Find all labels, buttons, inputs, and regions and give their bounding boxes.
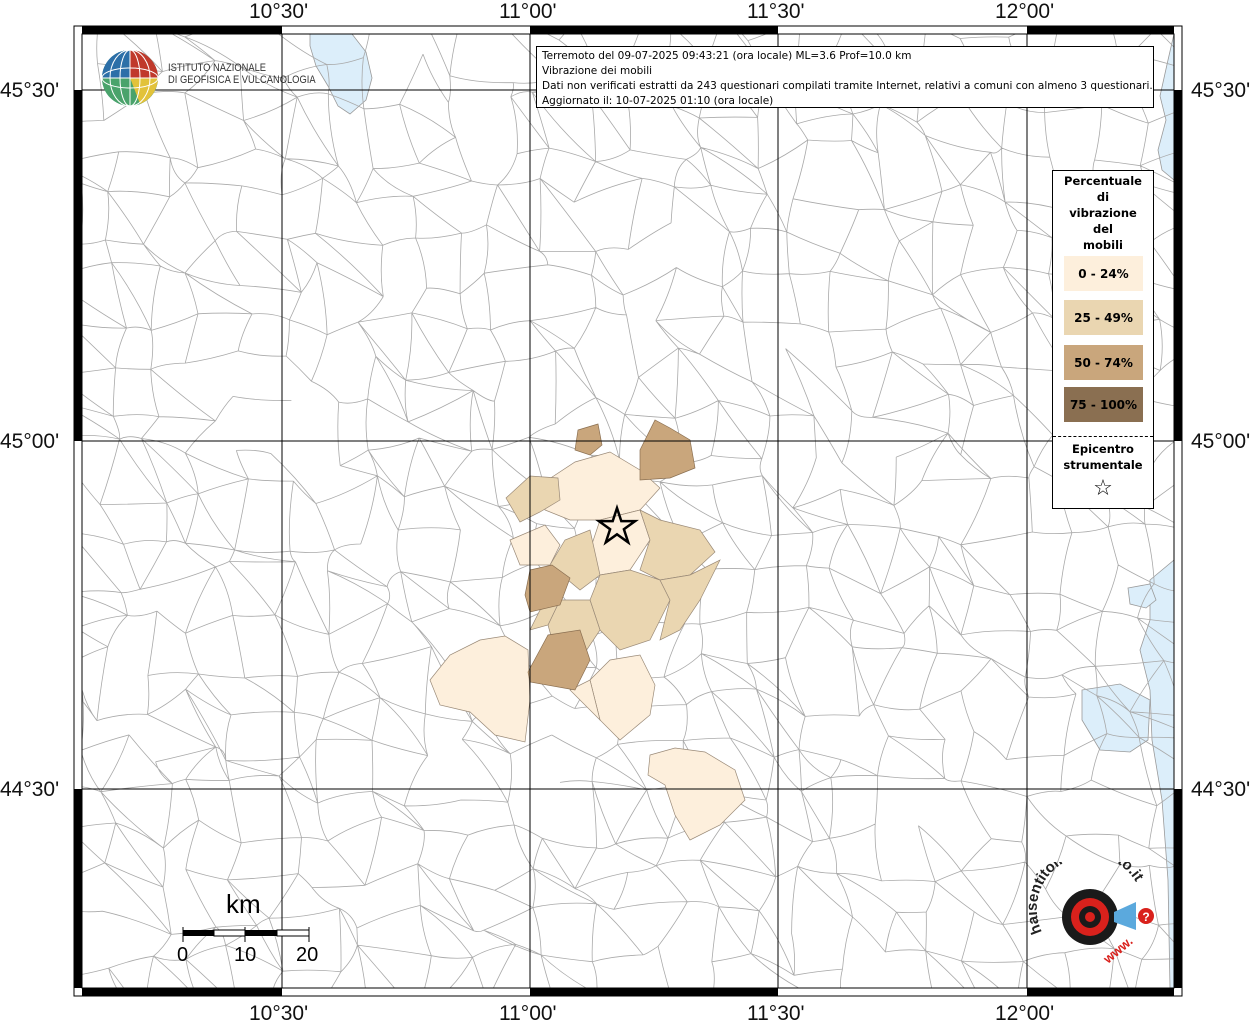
- legend-separator: [1053, 436, 1153, 437]
- legend-star-icon: ☆: [1093, 476, 1113, 501]
- legend-class-label: 25 - 49%: [1074, 310, 1133, 325]
- event-updated: Aggiornato il: 10-07-2025 01:10 (ora loc…: [542, 95, 774, 107]
- legend-epicenter-label: Epicentro strumentale: [1053, 441, 1153, 473]
- lat-label-left-1: 45°30': [0, 79, 60, 102]
- hsit-logo: haisentitoilterremoto.it ? www.: [1024, 843, 1162, 974]
- lon-label-bottom-3: 11°30': [747, 1002, 805, 1025]
- lat-label-left-2: 45°00': [0, 430, 60, 453]
- ingv-name-line2: DI GEOFISICA E VULCANOLOGIA: [168, 74, 316, 86]
- scale-label-0: 0: [177, 944, 189, 966]
- lat-label-right-2: 45°00': [1191, 430, 1251, 453]
- scale-label-20: 20: [296, 944, 319, 966]
- hsit-question: ?: [1142, 910, 1149, 924]
- event-info-box: Terremoto del 09-07-2025 09:43:21 (ora l…: [536, 46, 1154, 108]
- legend-title-line: mobili: [1083, 238, 1123, 252]
- legend-class-label: 50 - 74%: [1074, 355, 1133, 370]
- lat-label-left-3: 44°30': [0, 778, 60, 801]
- legend-epicenter-line: strumentale: [1063, 458, 1143, 472]
- legend-class-label: 0 - 24%: [1078, 266, 1129, 281]
- event-data-note: Dati non verificati estratti da 243 ques…: [542, 80, 1153, 92]
- lon-label-top-1: 10°30': [249, 0, 309, 23]
- lon-label-top-2: 11°00': [499, 0, 557, 23]
- legend-epicenter-line: Epicentro: [1072, 442, 1134, 456]
- scale-unit: km: [226, 889, 261, 919]
- legend-title-line: di: [1096, 190, 1110, 204]
- legend-title-line: Percentuale: [1064, 174, 1142, 188]
- lon-label-bottom-2: 11°00': [499, 1002, 557, 1025]
- legend: Percentuale di vibrazione del mobili 0 -…: [1052, 170, 1154, 509]
- lat-label-right-3: 44°30': [1191, 778, 1251, 801]
- legend-class-0-24: 0 - 24%: [1064, 256, 1143, 291]
- event-parameter: Vibrazione dei mobili: [542, 65, 653, 77]
- ingv-globe-icon: [101, 49, 159, 107]
- scale-label-10: 10: [234, 944, 257, 966]
- lon-label-bottom-4: 12°00': [995, 1002, 1055, 1025]
- legend-class-25-49: 25 - 49%: [1064, 300, 1143, 335]
- lon-label-top-4: 12°00': [995, 0, 1055, 23]
- ingv-name-line1: ISTITUTO NAZIONALE: [168, 62, 267, 74]
- ingv-logo: ISTITUTO NAZIONALE DI GEOFISICA E VULCAN…: [100, 48, 320, 110]
- lon-label-top-3: 11°30': [747, 0, 805, 23]
- legend-class-label: 75 - 100%: [1069, 397, 1138, 412]
- legend-title-line: vibrazione: [1069, 206, 1137, 220]
- event-title: Terremoto del 09-07-2025 09:43:21 (ora l…: [542, 50, 912, 62]
- lon-label-bottom-1: 10°30': [249, 1002, 309, 1025]
- legend-class-50-74: 50 - 74%: [1064, 345, 1143, 380]
- lat-label-right-1: 45°30': [1191, 79, 1251, 102]
- legend-title: Percentuale di vibrazione del mobili: [1053, 171, 1153, 253]
- legend-title-line: del: [1093, 222, 1113, 236]
- hsit-emblem-icon: haisentitoilterremoto.it ? www.: [1024, 843, 1154, 967]
- legend-class-75-100: 75 - 100%: [1064, 387, 1143, 422]
